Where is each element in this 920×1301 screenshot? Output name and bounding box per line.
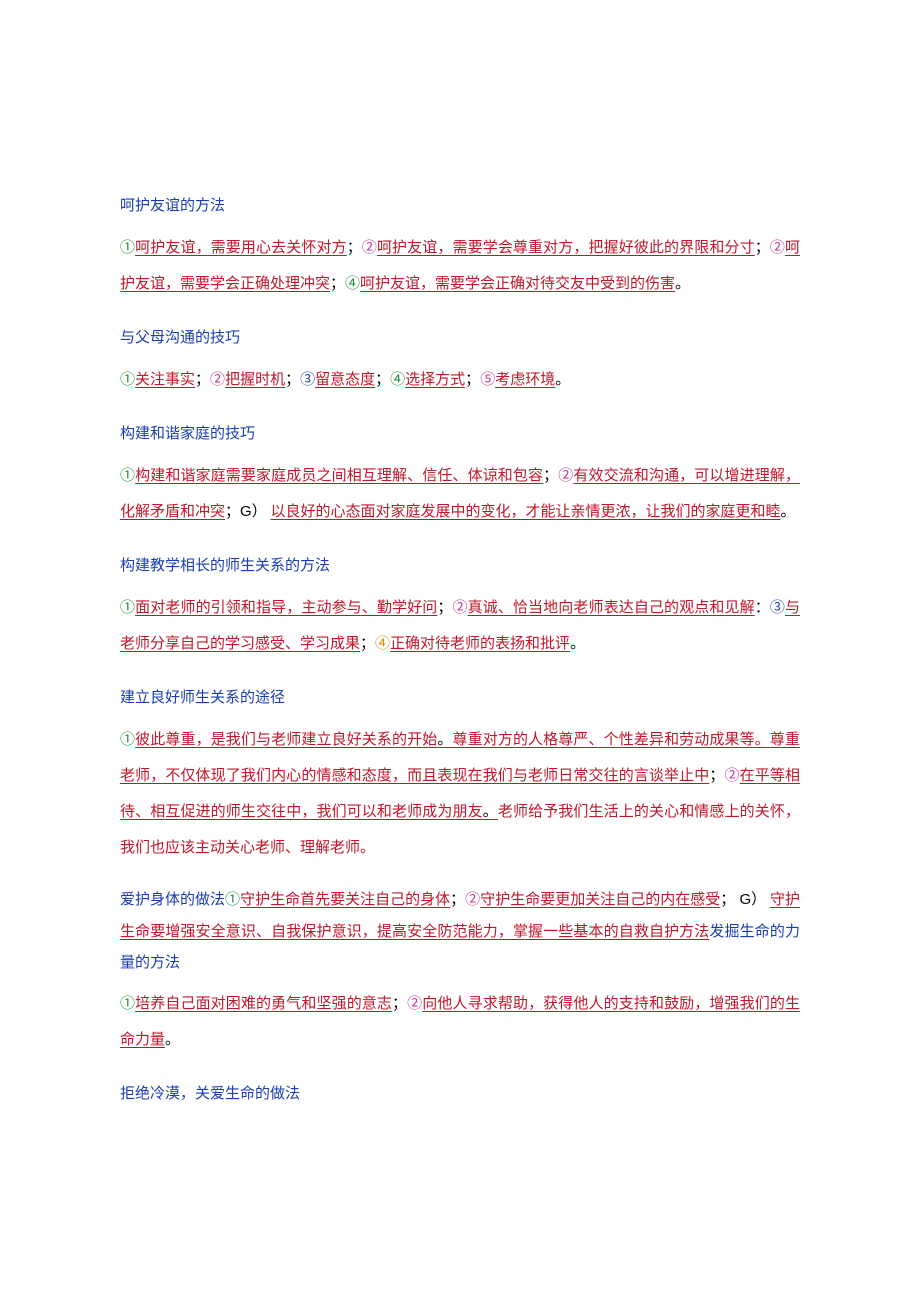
num-2: ② <box>465 892 480 908</box>
num-4: ④ <box>375 636 390 652</box>
end: 。 <box>675 276 690 292</box>
text-2: 真诚、恰当地向老师表达自己的观点和见解 <box>468 600 755 616</box>
text-1: 构建和谐家庭需要家庭成员之间相互理解、信任、体谅和包容 <box>135 468 543 484</box>
text-5: 考虑环境 <box>495 372 555 388</box>
end: 。 <box>570 636 585 652</box>
para-life-power: ①培养自己面对困难的勇气和坚强的意志；②向他人寻求帮助，获得他人的支持和鼓励，增… <box>120 986 800 1058</box>
text-2: 守护生命要更加关注自己的内在感受 <box>480 892 720 908</box>
text-1a: 彼此尊重，是我们与老师建立良好关系的开始 <box>135 732 437 748</box>
sep: ； <box>347 240 362 256</box>
g-mark: G） <box>735 891 766 908</box>
sep: ； <box>755 240 770 256</box>
num-1: ① <box>120 996 135 1012</box>
sep: ； <box>285 372 300 388</box>
sep: ； <box>225 504 240 520</box>
text-1: 培养自己面对困难的勇气和坚强的意志 <box>135 996 392 1012</box>
sep: ； <box>709 768 724 784</box>
text-3: 以良好的心态面对家庭发展中的变化，才能让亲情更浓，让我们的家庭更和睦 <box>270 504 780 520</box>
num-4: ④ <box>345 276 360 292</box>
end: 。 <box>555 372 570 388</box>
para-good-teacher-relationship: ①彼此尊重，是我们与老师建立良好关系的开始。尊重对方的人格尊严、个性差异和劳动成… <box>120 722 800 866</box>
num-2: ② <box>407 996 422 1012</box>
sep: ； <box>360 636 375 652</box>
num-1: ① <box>120 600 135 616</box>
num-3: ② <box>770 240 785 256</box>
para-teacher-student-method: ①面对老师的引领和指导，主动参与、勤学好问；②真诚、恰当地向老师表达自己的观点和… <box>120 590 800 662</box>
document-page: 呵护友谊的方法 ①呵护友谊，需要用心去关怀对方；②呵护友谊，需要学会尊重对方，把… <box>0 0 920 1301</box>
punct-2: 。 <box>483 804 498 820</box>
heading-good-teacher-relationship: 建立良好师生关系的途径 <box>120 680 800 716</box>
sep: ； <box>392 996 407 1012</box>
num-5: ⑤ <box>480 372 495 388</box>
num-2: ② <box>452 600 467 616</box>
g-mark: G） <box>240 503 267 520</box>
num-2: ② <box>210 372 225 388</box>
heading-friendship-methods: 呵护友谊的方法 <box>120 188 800 224</box>
text-1: 呵护友谊，需要用心去关怀对方 <box>135 240 347 256</box>
num-1: ① <box>120 372 135 388</box>
num-2: ② <box>362 240 377 256</box>
num-2: ② <box>724 768 739 784</box>
para-care-body: 爱护身体的做法①守护生命首先要关注自己的身体；②守护生命要更加关注自己的内在感受… <box>120 884 800 980</box>
heading-teacher-student-method: 构建教学相长的师生关系的方法 <box>120 548 800 584</box>
heading-refuse-indifference: 拒绝冷漠，关爱生命的做法 <box>120 1076 800 1112</box>
end: 。 <box>780 504 795 520</box>
text-4: 正确对待老师的表扬和批评 <box>390 636 570 652</box>
sep: ； <box>437 600 452 616</box>
para-friendship: ①呵护友谊，需要用心去关怀对方；②呵护友谊，需要学会尊重对方，把握好彼此的界限和… <box>120 230 800 302</box>
text-1: 守护生命首先要关注自己的身体 <box>240 892 450 908</box>
sep: ； <box>330 276 345 292</box>
num-1: ① <box>120 240 135 256</box>
punct-1: 。 <box>437 732 452 748</box>
para-harmonious-family: ①构建和谐家庭需要家庭成员之间相互理解、信任、体谅和包容；②有效交流和沟通，可以… <box>120 458 800 530</box>
end: 。 <box>165 1032 180 1048</box>
sep: ； <box>543 468 558 484</box>
num-1: ① <box>120 732 135 748</box>
sep: ； <box>195 372 210 388</box>
sep: ； <box>465 372 480 388</box>
text-1: 关注事实 <box>135 372 195 388</box>
heading-care-body: 爱护身体的做法 <box>120 892 225 908</box>
text-2: 把握时机 <box>225 372 285 388</box>
num-3: ③ <box>300 372 315 388</box>
sep: ； <box>720 892 735 908</box>
text-4: 呵护友谊，需要学会正确对待交友中受到的伤害 <box>360 276 675 292</box>
num-1: ① <box>225 892 240 908</box>
num-2: ② <box>558 468 573 484</box>
num-3: ③ <box>770 600 785 616</box>
text-1: 面对老师的引领和指导，主动参与、勤学好问 <box>135 600 437 616</box>
sep: ； <box>450 892 465 908</box>
sep: ： <box>755 600 770 616</box>
text-4: 选择方式 <box>405 372 465 388</box>
sep: ； <box>375 372 390 388</box>
text-3: 留意态度 <box>315 372 375 388</box>
text-2: 呵护友谊，需要学会尊重对方，把握好彼此的界限和分寸 <box>377 240 755 256</box>
num-4: ④ <box>390 372 405 388</box>
heading-parent-communication: 与父母沟通的技巧 <box>120 320 800 356</box>
para-parent-communication: ①关注事实；②把握时机；③留意态度；④选择方式；⑤考虑环境。 <box>120 362 800 398</box>
heading-harmonious-family: 构建和谐家庭的技巧 <box>120 416 800 452</box>
num-1: ① <box>120 468 135 484</box>
